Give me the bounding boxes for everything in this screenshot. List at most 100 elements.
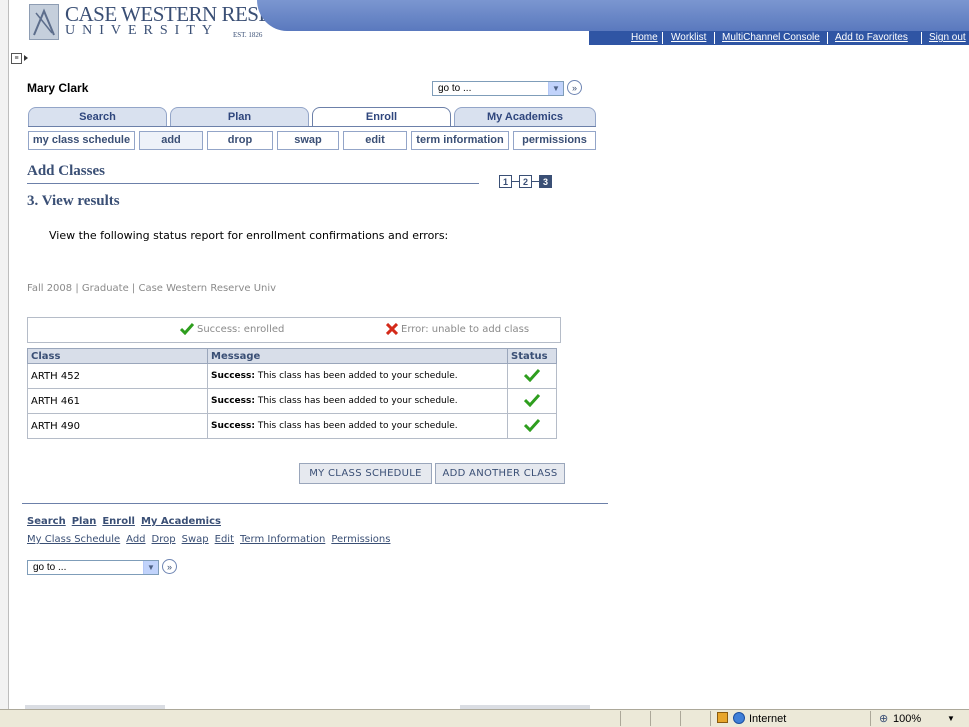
nav-home-link[interactable]: Home [631, 32, 658, 43]
results-table: Class Message Status ARTH 452 Success: T… [27, 348, 557, 439]
chevron-down-icon[interactable]: ▼ [548, 82, 563, 95]
table-row: ARTH 490 Success: This class has been ad… [27, 413, 557, 439]
tab-search[interactable]: Search [28, 107, 167, 126]
security-zone-cell[interactable]: Internet [710, 711, 870, 726]
message-cell: Success: This class has been added to yo… [207, 363, 508, 389]
subtab-swap[interactable]: swap [277, 131, 339, 150]
zoom-cell[interactable]: ⊕ 100% ▼ [870, 711, 969, 726]
nav-signout-link[interactable]: Sign out [929, 32, 966, 43]
class-cell: ARTH 461 [27, 388, 208, 414]
checkmark-icon [523, 393, 541, 407]
status-cell [507, 413, 557, 439]
chevron-down-icon[interactable]: ▼ [947, 714, 955, 723]
footer-link-search[interactable]: Search [27, 516, 66, 527]
message-text: This class has been added to your schedu… [254, 421, 458, 431]
legend-error: Error: unable to add class [385, 322, 530, 336]
class-cell: ARTH 452 [27, 363, 208, 389]
column-header-status: Status [507, 348, 557, 364]
goto-select-top[interactable]: go to ... ▼ [432, 81, 564, 96]
add-another-class-button[interactable]: ADD ANOTHER CLASS [435, 463, 565, 484]
subtab-edit[interactable]: edit [343, 131, 407, 150]
footer-link-my-academics[interactable]: My Academics [141, 516, 221, 527]
footer-sub-links: My Class Schedule Add Drop Swap Edit Term Inf… [27, 534, 396, 545]
subtab-drop[interactable]: drop [207, 131, 273, 150]
footer-link-drop[interactable]: Drop [152, 534, 176, 545]
goto-select-bottom[interactable]: go to ... ▼ [27, 560, 159, 575]
popup-blocked-icon[interactable] [717, 712, 728, 723]
header-banner [257, 0, 969, 31]
subtab-add[interactable]: add [139, 131, 203, 150]
page-title: Add Classes [27, 163, 105, 179]
tab-enroll[interactable]: Enroll [312, 107, 451, 127]
legend-success: Success: enrolled [179, 323, 285, 336]
status-cell [507, 388, 557, 414]
expand-arrow-icon[interactable] [24, 55, 28, 61]
footer-link-my-class-schedule[interactable]: My Class Schedule [27, 534, 120, 545]
footer-link-edit[interactable]: Edit [215, 534, 234, 545]
checkmark-icon [523, 418, 541, 432]
message-status: Success: [211, 396, 255, 406]
top-nav: Home Worklist MultiChannel Console Add t… [589, 31, 969, 45]
footer-link-enroll[interactable]: Enroll [102, 516, 135, 527]
legend-error-label: Error: unable to add class [401, 324, 530, 335]
subtab-permissions[interactable]: permissions [513, 131, 596, 150]
browser-status-bar: Internet ⊕ 100% ▼ [0, 709, 969, 727]
zone-label: Internet [749, 713, 787, 725]
chevron-down-icon[interactable]: ▼ [143, 561, 158, 574]
nav-separator [662, 32, 663, 44]
nav-separator [714, 32, 715, 44]
step-connector [532, 181, 539, 182]
footer-link-permissions[interactable]: Permissions [331, 534, 390, 545]
legend-success-label: Success: enrolled [197, 324, 285, 335]
tab-my-academics[interactable]: My Academics [454, 107, 596, 126]
step-indicator-3: 3 [539, 175, 552, 188]
goto-go-button[interactable]: » [162, 559, 177, 574]
menu-toggle-icon[interactable]: ≡ [11, 53, 22, 64]
tab-divider [28, 126, 596, 127]
zoom-level: 100% [893, 713, 922, 725]
message-cell: Success: This class has been added to yo… [207, 388, 508, 414]
nav-favorites-link[interactable]: Add to Favorites [835, 32, 908, 43]
error-x-icon [385, 322, 399, 336]
instructions-text: View the following status report for enr… [49, 229, 449, 242]
logo-est: EST. 1826 [233, 31, 263, 39]
student-name: Mary Clark [27, 81, 89, 95]
site-header: CASE WESTERN RESERVE UNIVERSITY EST. 182… [9, 0, 969, 52]
tab-plan[interactable]: Plan [170, 107, 309, 126]
footer-link-add[interactable]: Add [126, 534, 145, 545]
class-cell: ARTH 490 [27, 413, 208, 439]
footer-link-term-information[interactable]: Term Information [240, 534, 325, 545]
step-indicator-1: 1 [499, 175, 512, 188]
message-text: This class has been added to your schedu… [254, 396, 458, 406]
term-info: Fall 2008 | Graduate | Case Western Rese… [27, 283, 277, 294]
column-header-message: Message [207, 348, 508, 364]
footer-link-plan[interactable]: Plan [72, 516, 97, 527]
checkmark-icon [179, 323, 195, 336]
nav-worklist-link[interactable]: Worklist [671, 32, 706, 43]
footer-main-links: Search Plan Enroll My Academics [27, 516, 227, 527]
subtab-term-information[interactable]: term information [411, 131, 509, 150]
zoom-magnifier-icon: ⊕ [879, 713, 889, 725]
window-frame-left [0, 0, 9, 727]
nav-separator [827, 32, 828, 44]
checkmark-icon [523, 368, 541, 382]
nav-separator [921, 32, 922, 44]
status-cell [620, 711, 650, 726]
nav-multichannel-link[interactable]: MultiChannel Console [722, 32, 820, 43]
internet-globe-icon [733, 712, 745, 724]
goto-select-value: go to ... [33, 562, 67, 573]
footer-link-swap[interactable]: Swap [182, 534, 209, 545]
subtab-my-class-schedule[interactable]: my class schedule [28, 131, 135, 150]
my-class-schedule-button[interactable]: MY CLASS SCHEDULE [299, 463, 432, 484]
table-row: ARTH 452 Success: This class has been ad… [27, 363, 557, 389]
status-cell [650, 711, 680, 726]
table-row: ARTH 461 Success: This class has been ad… [27, 388, 557, 414]
university-logo[interactable]: CASE WESTERN RESERVE UNIVERSITY EST. 182… [29, 2, 310, 40]
footer-divider [22, 503, 608, 504]
message-status: Success: [211, 421, 255, 431]
message-text: This class has been added to your schedu… [254, 371, 458, 381]
message-cell: Success: This class has been added to yo… [207, 413, 508, 439]
goto-go-button[interactable]: » [567, 80, 582, 95]
goto-select-value: go to ... [438, 83, 472, 94]
column-header-class: Class [27, 348, 208, 364]
